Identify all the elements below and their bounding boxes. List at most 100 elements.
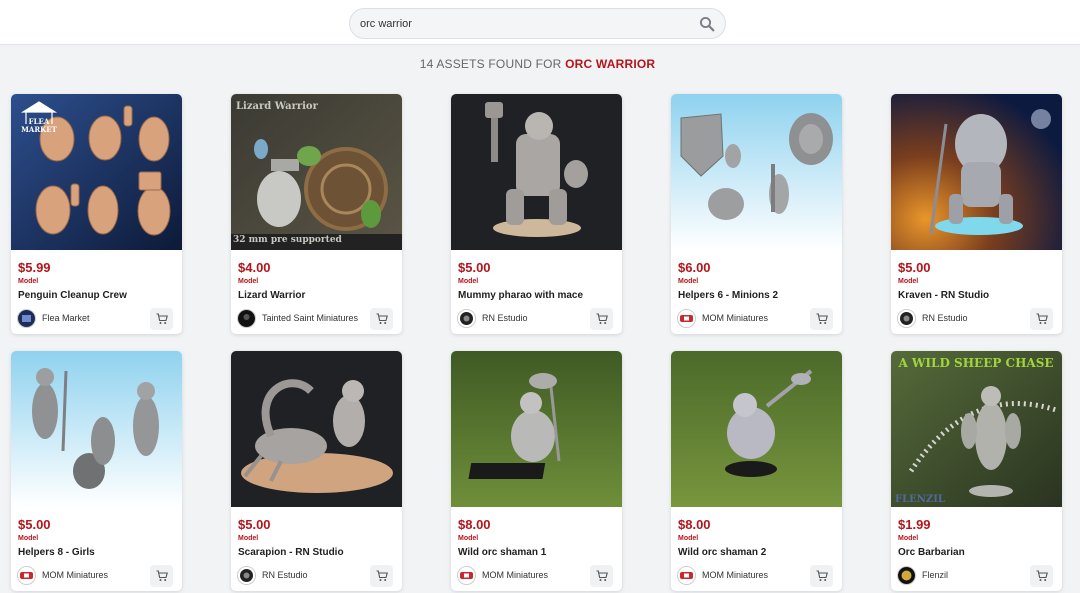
asset-thumbnail[interactable] [671,351,842,507]
cart-icon [816,313,828,324]
add-to-cart-button[interactable] [590,308,613,330]
asset-thumbnail[interactable] [231,351,402,507]
results-query: ORC WARRIOR [565,57,656,71]
asset-thumbnail[interactable]: A WILD SHEEP CHASE FLENZIL [891,351,1062,507]
seller-avatar[interactable] [237,308,256,328]
add-to-cart-button[interactable] [590,565,613,587]
asset-thumbnail[interactable] [451,94,622,250]
seller-name[interactable]: Flea Market [42,313,90,323]
price: $5.00 [238,517,271,532]
asset-card[interactable]: $8.00 Model Wild orc shaman 1 MOM Miniat… [451,351,622,591]
asset-title[interactable]: Mummy pharao with mace [458,290,583,301]
results-count-text: 14 ASSETS FOUND FOR [419,57,562,71]
asset-title[interactable]: Helpers 8 - Girls [18,547,95,558]
cart-icon [596,570,608,581]
price: $6.00 [678,260,711,275]
seller[interactable]: RN Estudio [897,308,968,328]
seller[interactable]: Flea Market [17,308,90,328]
seller-avatar[interactable] [897,565,916,585]
price: $1.99 [898,517,931,532]
asset-thumbnail[interactable] [671,94,842,250]
seller-avatar[interactable] [17,565,36,585]
seller-name[interactable]: MOM Miniatures [702,570,768,580]
asset-card[interactable]: $5.00 Model Mummy pharao with mace RN Es… [451,94,622,334]
add-to-cart-button[interactable] [370,308,393,330]
seller-name[interactable]: MOM Miniatures [702,313,768,323]
add-to-cart-button[interactable] [1030,565,1053,587]
seller-name[interactable]: RN Estudio [262,570,308,580]
seller-name[interactable]: MOM Miniatures [482,570,548,580]
asset-card[interactable]: Lizard Warrior 32 mm pre supported $4.00… [231,94,402,334]
seller[interactable]: RN Estudio [237,565,308,585]
seller-name[interactable]: Tainted Saint Miniatures [262,313,358,323]
cart-icon [376,570,388,581]
seller-avatar[interactable] [677,308,696,328]
add-to-cart-button[interactable] [810,308,833,330]
seller[interactable]: Flenzil [897,565,948,585]
asset-card[interactable]: $8.00 Model Wild orc shaman 2 MOM Miniat… [671,351,842,591]
price: $4.00 [238,260,271,275]
cart-icon [376,313,388,324]
asset-title[interactable]: Helpers 6 - Minions 2 [678,290,778,301]
asset-thumbnail[interactable] [451,351,622,507]
seller-name[interactable]: RN Estudio [922,313,968,323]
add-to-cart-button[interactable] [1030,308,1053,330]
asset-card[interactable]: $5.00 Model Helpers 8 - Girls MOM Miniat… [11,351,182,591]
seller[interactable]: Tainted Saint Miniatures [237,308,358,328]
search-box[interactable] [349,8,726,39]
asset-thumbnail[interactable]: FLEA MARKET [11,94,182,250]
add-to-cart-button[interactable] [810,565,833,587]
price: $5.00 [458,260,491,275]
seller[interactable]: MOM Miniatures [17,565,108,585]
asset-type: Model [18,278,39,285]
thumbnail-label-line-2: MARKET [21,125,57,134]
add-to-cart-button[interactable] [150,565,173,587]
asset-title[interactable]: Penguin Cleanup Crew [18,290,127,301]
seller-avatar[interactable] [897,308,916,328]
asset-card[interactable]: FLEA MARKET $5.99 Model Penguin Cleanup … [11,94,182,334]
price: $8.00 [678,517,711,532]
price: $5.00 [18,517,51,532]
asset-type: Model [458,278,479,285]
seller[interactable]: MOM Miniatures [457,565,548,585]
asset-card[interactable]: $6.00 Model Helpers 6 - Minions 2 MOM Mi… [671,94,842,334]
asset-card[interactable]: A WILD SHEEP CHASE FLENZIL $1.99 Model O… [891,351,1062,591]
asset-title[interactable]: Wild orc shaman 1 [458,547,546,558]
asset-title[interactable]: Kraven - RN Studio [898,290,989,301]
seller[interactable]: MOM Miniatures [677,565,768,585]
seller-avatar[interactable] [677,565,696,585]
seller-name[interactable]: MOM Miniatures [42,570,108,580]
asset-card[interactable]: $5.00 Model Kraven - RN Studio RN Estudi… [891,94,1062,334]
asset-title[interactable]: Lizard Warrior [238,290,305,301]
thumbnail-label-line-2: 32 mm pre supported [233,235,343,245]
seller-avatar[interactable] [457,308,476,328]
asset-type: Model [898,278,919,285]
asset-title[interactable]: Orc Barbarian [898,547,965,558]
asset-type: Model [678,278,699,285]
asset-type: Model [238,278,259,285]
seller-name[interactable]: Flenzil [922,570,948,580]
seller-avatar[interactable] [17,308,36,328]
thumbnail-label-line-2: FLENZIL [895,494,945,505]
thumbnail-label-line-1: A WILD SHEEP CHASE [897,356,1053,370]
cart-icon [1036,313,1048,324]
add-to-cart-button[interactable] [150,308,173,330]
seller-name[interactable]: RN Estudio [482,313,528,323]
seller[interactable]: RN Estudio [457,308,528,328]
price: $8.00 [458,517,491,532]
search-icon[interactable] [699,16,715,32]
asset-title[interactable]: Wild orc shaman 2 [678,547,766,558]
add-to-cart-button[interactable] [370,565,393,587]
seller-avatar[interactable] [237,565,256,585]
cart-icon [1036,570,1048,581]
asset-thumbnail[interactable]: Lizard Warrior 32 mm pre supported [231,94,402,250]
cart-icon [156,570,168,581]
search-input[interactable] [360,9,680,38]
price: $5.99 [18,260,51,275]
seller-avatar[interactable] [457,565,476,585]
seller[interactable]: MOM Miniatures [677,308,768,328]
asset-card[interactable]: $5.00 Model Scarapion - RN Studio RN Est… [231,351,402,591]
asset-thumbnail[interactable] [11,351,182,507]
asset-title[interactable]: Scarapion - RN Studio [238,547,344,558]
asset-thumbnail[interactable] [891,94,1062,250]
